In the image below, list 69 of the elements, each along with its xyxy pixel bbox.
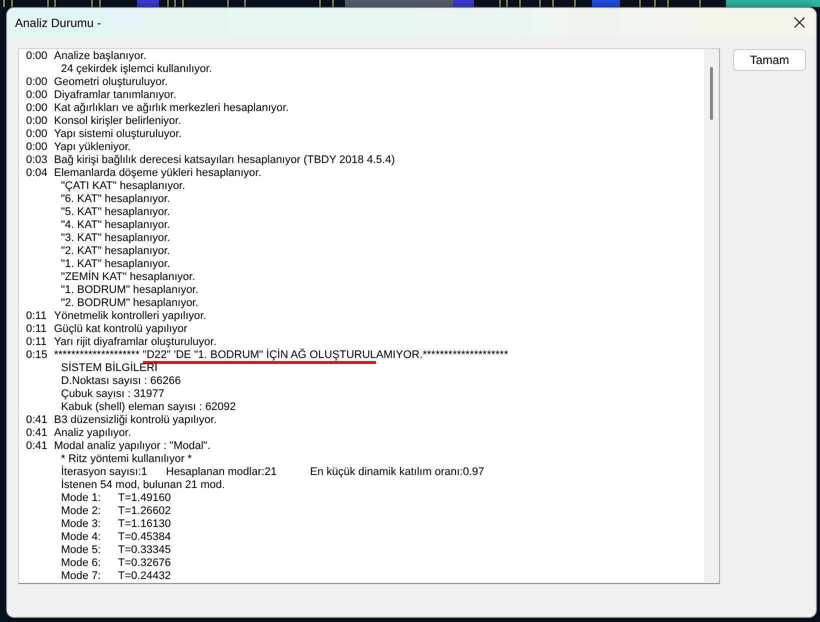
log-text: "ZEMİN KAT" hesaplanıyor.	[61, 271, 196, 283]
log-time: 0:00	[26, 128, 48, 141]
log-text: Mode 3:	[61, 518, 101, 530]
log-text: T=0.24432	[118, 570, 171, 582]
log-text: Çubuk sayısı : 31977	[61, 388, 164, 400]
log-time: 0:41	[26, 440, 48, 453]
log-text: Kabuk (shell) eleman sayısı : 62092	[61, 401, 236, 413]
log-text: Konsol kirişler belirleniyor.	[54, 115, 182, 127]
log-text: Yapı sistemi oluşturuluyor.	[54, 128, 182, 140]
log-text: Diyaframlar tanımlanıyor.	[54, 89, 176, 101]
log-text: * Ritz yöntemi kullanılıyor *	[61, 453, 192, 465]
log-text: Mode 4:	[61, 531, 101, 543]
log-text: Analize başlanıyor.	[54, 50, 146, 62]
log-time: 0:11	[26, 336, 48, 349]
log-time: 0:11	[26, 310, 48, 323]
log-text: B3 düzensizliği kontrolü yapılıyor.	[54, 414, 217, 426]
log-text: İstenen 54 mod, bulunan 21 mod.	[61, 479, 225, 491]
log-text: Bağ kirişi bağlılık derecesi katsayıları hesaplanıyor (TBDY 2018 4.5.4)	[54, 154, 395, 166]
log-text: "2. KAT" hesaplanıyor.	[61, 245, 170, 257]
log-text: Güçlü kat kontrolü yapılıyor	[54, 323, 188, 335]
log-time: 0:00	[26, 102, 48, 115]
log-text: T=1.16130	[118, 518, 171, 530]
log-text: "2. BODRUM" hesaplanıyor.	[61, 297, 198, 309]
log-text: Mode 2:	[61, 505, 101, 517]
log-time: 0:41	[26, 414, 48, 427]
log-text: T=1.49160	[118, 492, 171, 504]
log-text: Yarı rijit diyaframlar oluşturuluyor.	[54, 336, 216, 348]
log-time: 0:04	[26, 167, 48, 180]
log-text: Geometri oluşturuluyor.	[54, 76, 168, 88]
log-time: 0:00	[26, 89, 48, 102]
log-text: Mode 5:	[61, 544, 101, 556]
log-time: 0:41	[26, 427, 48, 440]
log-text: Kat ağırlıkları ve ağırlık merkezleri hesaplanıyor.	[54, 102, 289, 114]
log-text: Mode 1:	[61, 492, 101, 504]
log-text: En küçük dinamik katılım oranı:0.97	[310, 466, 484, 478]
log-text: Modal analiz yapılıyor : "Modal".	[54, 440, 210, 452]
log-text: "3. KAT" hesaplanıyor.	[61, 232, 170, 244]
log-text: Mode 6:	[61, 557, 101, 569]
log-text: İterasyon sayısı:1	[61, 466, 148, 478]
log-time: 0:00	[26, 115, 48, 128]
log-time: 0:00	[26, 50, 48, 63]
log-time: 0:00	[26, 76, 48, 89]
log-text: D.Noktası sayısı : 66266	[61, 375, 181, 387]
window-title: Analiz Durumu -	[15, 14, 102, 32]
log-time: 0:03	[26, 154, 48, 167]
log-text: Yapı yükleniyor.	[54, 141, 131, 153]
log-text: Hesaplanan modlar:21	[166, 466, 277, 478]
log-text: T=0.33345	[118, 544, 171, 556]
log-text: "1. BODRUM" hesaplanıyor.	[61, 284, 198, 296]
log-text: Yönetmelik kontrolleri yapılıyor.	[54, 310, 206, 322]
log-text: "6. KAT" hesaplanıyor.	[61, 193, 170, 205]
log-text: "1. KAT" hesaplanıyor.	[61, 258, 170, 270]
log-text: Analiz yapılıyor.	[54, 427, 132, 439]
scrollbar-thumb[interactable]	[710, 67, 713, 120]
log-text: T=1.26602	[118, 505, 171, 517]
log-time: 0:11	[26, 323, 48, 336]
log-text: T=0.45384	[118, 531, 171, 543]
log-time: 0:15	[26, 349, 48, 362]
log-text: 24 çekirdek işlemci kullanılıyor.	[61, 63, 212, 75]
close-icon	[794, 17, 804, 28]
ok-button[interactable]: Tamam	[733, 49, 806, 71]
log-time: 0:00	[26, 141, 48, 154]
log-text: "4. KAT" hesaplanıyor.	[61, 219, 170, 231]
log-text: Elemanlarda döşeme yükleri hesaplanıyor.	[54, 167, 262, 179]
log-text: Mode 7:	[61, 570, 101, 582]
log-text: T=0.32676	[118, 557, 171, 569]
log-text: "ÇATI KAT" hesaplanıyor.	[61, 180, 186, 192]
log-text: SİSTEM BİLGİLERİ	[61, 362, 158, 374]
log-text: "5. KAT" hesaplanıyor.	[61, 206, 170, 218]
